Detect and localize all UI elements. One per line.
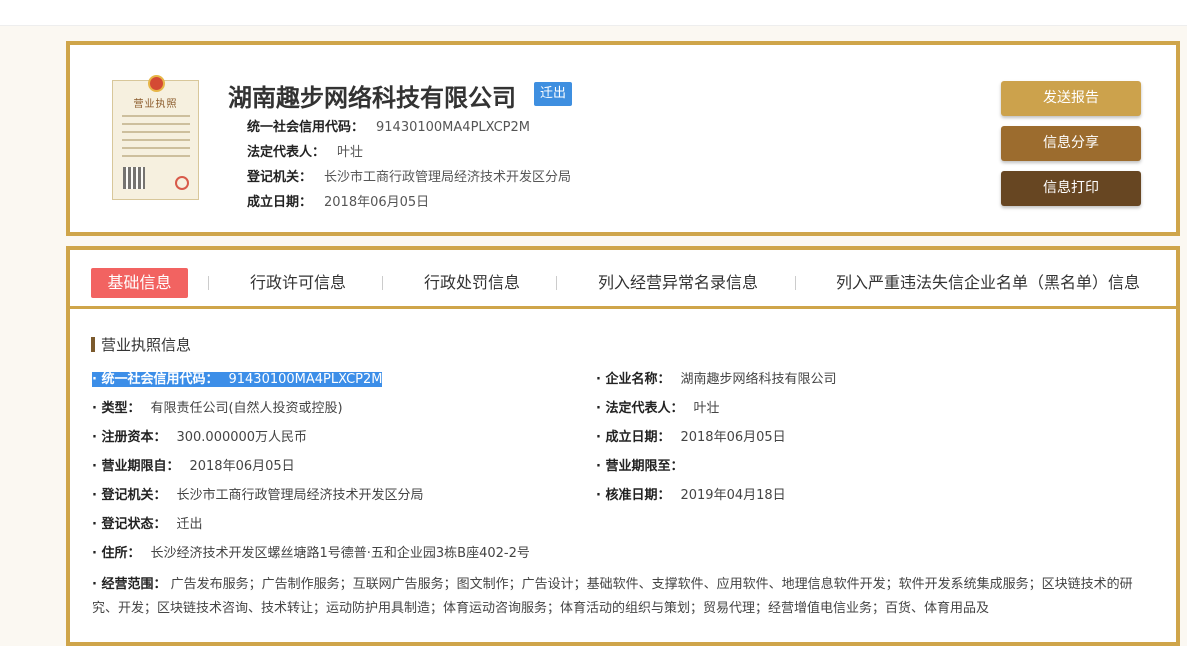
- tab-bar: 基础信息 行政许可信息 行政处罚信息 列入经营异常名录信息 列入严重违法失信企业…: [70, 250, 1176, 309]
- field-value: 2018年06月05日: [189, 459, 295, 474]
- license-title: 营业执照: [133, 99, 178, 110]
- summary-authority: 登记机关： 长沙市工商行政管理局经济技术开发区分局: [247, 166, 571, 185]
- tab-divider: [795, 276, 796, 290]
- field-label: · 类型：: [92, 401, 141, 416]
- scope-label: · 经营范围：: [92, 577, 167, 592]
- field-address: · 住所： 长沙经济技术开发区螺丝塘路1号德普·五和企业园3栋B座402-2号: [92, 544, 530, 564]
- summary-value: 叶壮: [337, 145, 364, 160]
- field-label: · 登记机关：: [92, 488, 167, 503]
- field-value: 长沙市工商行政管理局经济技术开发区分局: [176, 488, 424, 503]
- field-label: · 住所：: [92, 546, 141, 561]
- summary-label: 成立日期：: [247, 195, 313, 210]
- summary-value: 长沙市工商行政管理局经济技术开发区分局: [324, 170, 572, 185]
- national-emblem-icon: [148, 75, 165, 92]
- field-founded: · 成立日期： 2018年06月05日: [596, 428, 786, 448]
- business-scope: · 经营范围： 广告发布服务；广告制作服务；互联网广告服务；图文制作；广告设计；…: [92, 573, 1150, 621]
- field-value: 2019年04月18日: [680, 488, 786, 503]
- field-value: 长沙经济技术开发区螺丝塘路1号德普·五和企业园3栋B座402-2号: [150, 546, 530, 561]
- tab-divider: [556, 276, 557, 290]
- qr-code-icon: [123, 167, 145, 189]
- tab-abnormal-list[interactable]: 列入经营异常名录信息: [598, 268, 758, 298]
- tab-blacklist[interactable]: 列入严重违法失信企业名单（黑名单）信息: [836, 268, 1140, 298]
- summary-value: 91430100MA4PLXCP2M: [376, 120, 531, 135]
- field-label: · 企业名称：: [596, 372, 671, 387]
- summary-founded: 成立日期： 2018年06月05日: [247, 191, 429, 210]
- section-title: 营业执照信息: [91, 334, 191, 355]
- field-label: · 法定代表人：: [596, 401, 684, 416]
- field-value: 2018年06月05日: [680, 430, 786, 445]
- field-legal-rep: · 法定代表人： 叶壮: [596, 399, 720, 419]
- tab-basic-info[interactable]: 基础信息: [91, 268, 188, 298]
- field-label: · 登记状态：: [92, 517, 167, 532]
- tab-admin-penalty[interactable]: 行政处罚信息: [424, 268, 520, 298]
- field-company-name: · 企业名称： 湖南趣步网络科技有限公司: [596, 370, 837, 390]
- tab-divider: [208, 276, 209, 290]
- field-approval-date: · 核准日期： 2019年04月18日: [596, 486, 786, 506]
- field-value: 湖南趣步网络科技有限公司: [680, 372, 837, 387]
- summary-credit-code: 统一社会信用代码： 91430100MA4PLXCP2M: [247, 116, 530, 135]
- field-value: 300.000000万人民币: [176, 430, 308, 445]
- field-credit-code: · 统一社会信用代码： 91430100MA4PLXCP2M: [92, 370, 383, 390]
- print-info-button[interactable]: 信息打印: [1001, 171, 1141, 206]
- top-bar: [0, 0, 1187, 26]
- status-badge: 迁出: [534, 82, 572, 106]
- field-label: · 统一社会信用代码：: [92, 372, 219, 387]
- tab-divider: [382, 276, 383, 290]
- send-report-button[interactable]: 发送报告: [1001, 81, 1141, 116]
- summary-label: 统一社会信用代码：: [247, 120, 365, 135]
- summary-value: 2018年06月05日: [324, 195, 430, 210]
- scope-value: 广告发布服务；广告制作服务；互联网广告服务；图文制作；广告设计；基础软件、支撑软…: [92, 577, 1133, 616]
- field-value: 有限责任公司(自然人投资或控股): [150, 401, 343, 416]
- section-marker: [91, 337, 95, 352]
- summary-legal-rep: 法定代表人： 叶壮: [247, 141, 363, 160]
- field-term-from: · 营业期限自： 2018年06月05日: [92, 457, 295, 477]
- tab-admin-license[interactable]: 行政许可信息: [250, 268, 346, 298]
- field-capital: · 注册资本： 300.000000万人民币: [92, 428, 307, 448]
- field-label: · 注册资本：: [92, 430, 167, 445]
- seal-icon: [175, 176, 189, 190]
- share-info-button[interactable]: 信息分享: [1001, 126, 1141, 161]
- field-value: 迁出: [176, 517, 203, 532]
- field-value: 91430100MA4PLXCP2M: [218, 372, 383, 387]
- field-label: · 营业期限自：: [92, 459, 180, 474]
- summary-label: 登记机关：: [247, 170, 313, 185]
- field-term-to: · 营业期限至：: [596, 457, 693, 477]
- section-title-text: 营业执照信息: [101, 336, 192, 354]
- field-authority: · 登记机关： 长沙市工商行政管理局经济技术开发区分局: [92, 486, 424, 506]
- field-label: · 核准日期：: [596, 488, 671, 503]
- company-name: 湖南趣步网络科技有限公司: [228, 84, 516, 112]
- field-reg-status: · 登记状态： 迁出: [92, 515, 203, 535]
- business-license-thumbnail[interactable]: 营业执照: [112, 75, 199, 200]
- field-label: · 成立日期：: [596, 430, 671, 445]
- field-value: 叶壮: [693, 401, 720, 416]
- license-text-lines: [122, 115, 190, 163]
- field-type: · 类型： 有限责任公司(自然人投资或控股): [92, 399, 343, 419]
- field-label: · 营业期限至：: [596, 459, 684, 474]
- summary-label: 法定代表人：: [247, 145, 326, 160]
